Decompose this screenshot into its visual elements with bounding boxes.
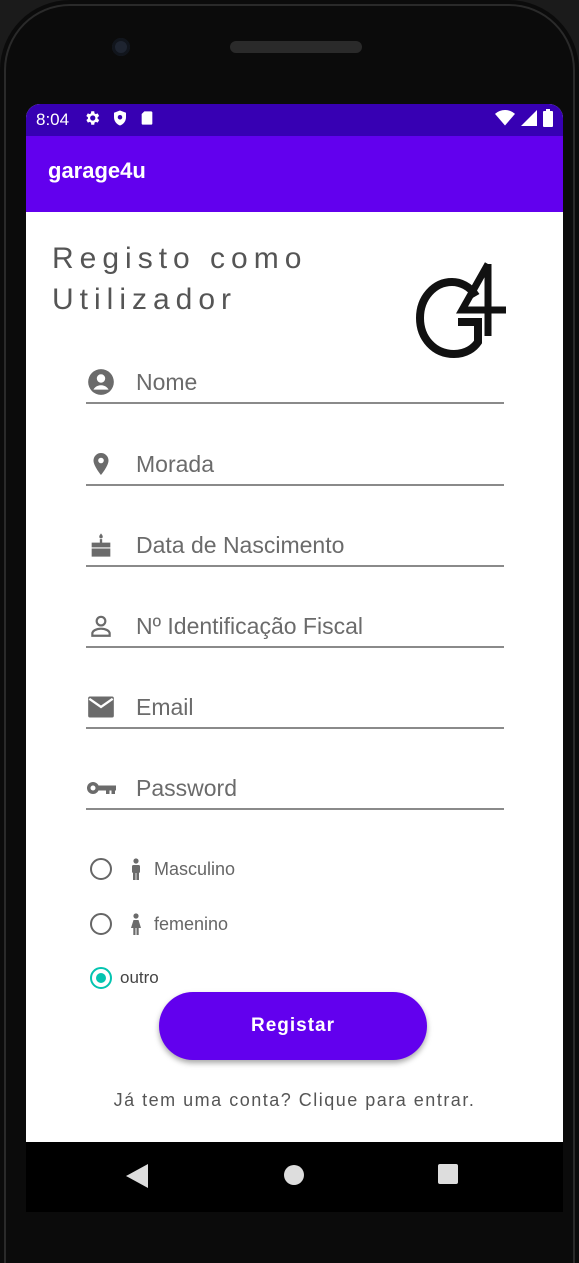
birthdate-placeholder: Data de Nascimento (136, 531, 345, 558)
back-icon[interactable] (126, 1164, 148, 1193)
gender-option-other[interactable]: outro (90, 967, 159, 989)
g4-logo (414, 260, 510, 360)
app-bar: garage4u (26, 136, 563, 212)
female-icon (130, 912, 144, 936)
status-bar: 8:04 (26, 104, 563, 136)
cake-icon (86, 530, 116, 560)
earpiece-speaker (230, 41, 362, 53)
app-screen: 8:04 garage4u Registo como Utilizador No… (26, 104, 563, 1142)
battery-icon (543, 108, 553, 132)
gender-label-female: femenino (154, 913, 229, 934)
tax-id-field[interactable]: Nº Identificação Fiscal (86, 606, 504, 648)
birthdate-field[interactable]: Data de Nascimento (86, 525, 504, 567)
phone-frame: 8:04 garage4u Registo como Utilizador No… (0, 0, 579, 1263)
home-icon[interactable] (283, 1164, 305, 1191)
register-button[interactable]: Registar (159, 992, 427, 1060)
recents-icon[interactable] (438, 1164, 458, 1189)
account-circle-icon (86, 367, 116, 397)
gender-label-male: Masculino (154, 858, 236, 879)
person-outline-icon (86, 611, 116, 641)
wifi-icon (495, 109, 515, 131)
gender-label-other: outro (120, 968, 159, 987)
email-placeholder: Email (136, 693, 194, 720)
radio-button[interactable] (90, 858, 112, 880)
login-link[interactable]: Já tem uma conta? Clique para entrar. (26, 1090, 563, 1111)
shield-icon (111, 109, 129, 132)
gear-icon (83, 109, 101, 132)
signal-icon (521, 109, 537, 131)
male-icon (130, 857, 144, 881)
front-camera (112, 38, 130, 56)
email-field[interactable]: Email (86, 687, 504, 729)
email-icon (86, 692, 116, 722)
password-placeholder: Password (136, 774, 237, 801)
radio-button-selected[interactable] (90, 967, 112, 989)
address-field[interactable]: Morada (86, 444, 504, 486)
tax-id-placeholder: Nº Identificação Fiscal (136, 612, 363, 639)
address-placeholder: Morada (136, 450, 214, 477)
name-field[interactable]: Nome (86, 362, 504, 404)
radio-button[interactable] (90, 913, 112, 935)
page-title: Registo como Utilizador (52, 242, 308, 316)
name-placeholder: Nome (136, 368, 198, 395)
sd-card-icon (139, 109, 155, 132)
gender-option-female[interactable]: femenino (90, 912, 228, 936)
gender-option-male[interactable]: Masculino (90, 857, 235, 881)
key-icon (86, 773, 116, 803)
app-title: garage4u (48, 158, 146, 183)
status-time: 8:04 (36, 110, 70, 129)
password-field[interactable]: Password (86, 768, 504, 810)
location-pin-icon (86, 449, 116, 479)
navigation-bar (26, 1142, 563, 1212)
